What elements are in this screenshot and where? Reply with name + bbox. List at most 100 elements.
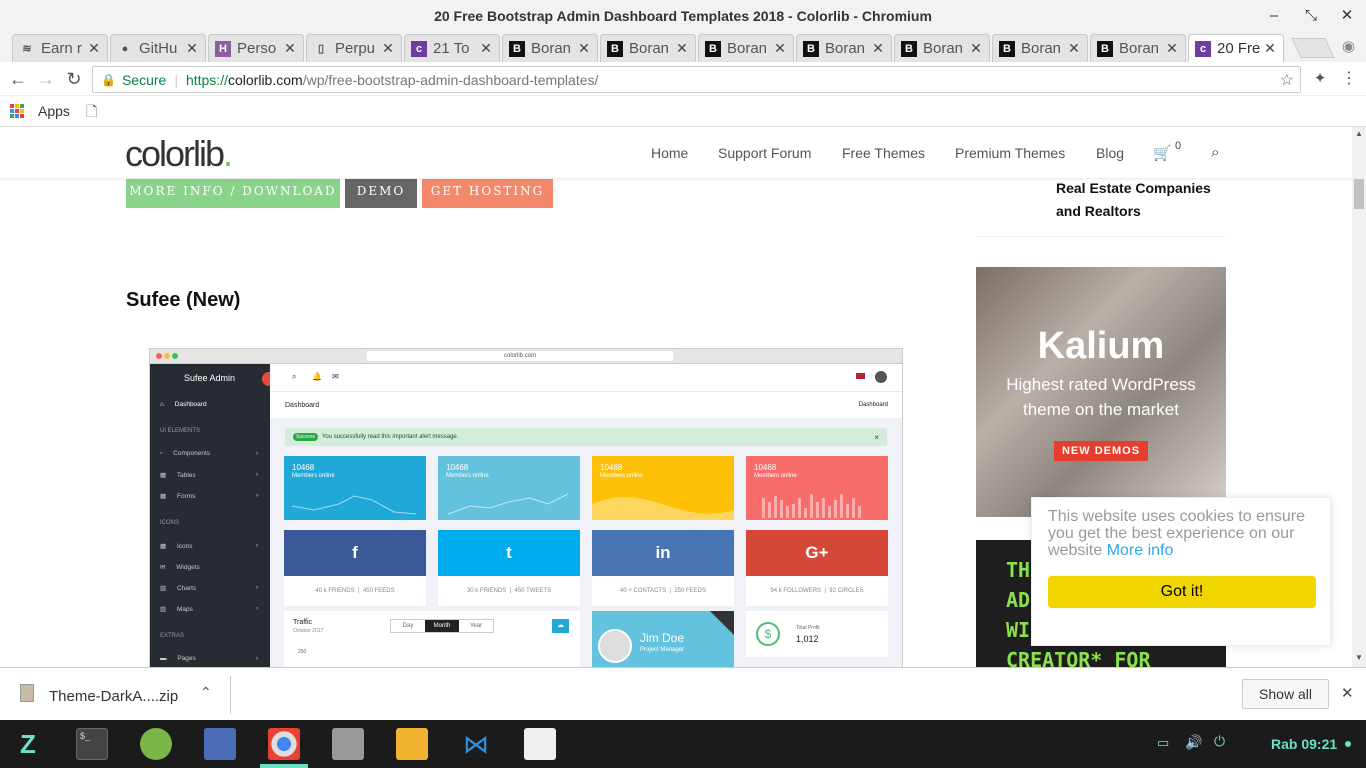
document-viewer-icon[interactable] <box>524 728 556 760</box>
browser-tab[interactable]: B Boran ✕ <box>796 34 892 62</box>
extension-icon[interactable]: ✦ <box>1308 67 1332 91</box>
browser-tab[interactable]: c 20 Fre ✕ <box>1188 34 1284 62</box>
bookmark-page-icon[interactable]: 🗋 <box>86 101 97 125</box>
b-icon: B <box>607 40 623 57</box>
mock-traffic-tick: 250 <box>298 649 307 655</box>
browser-tab[interactable]: H Perso ✕ <box>208 34 304 62</box>
profile-icon[interactable]: ◉ <box>1342 37 1355 55</box>
sidebar-post-line1: Real Estate Companies <box>1056 180 1211 196</box>
cookie-more-info-link[interactable]: More info <box>1107 542 1174 559</box>
tab-close-icon[interactable]: ✕ <box>283 40 297 57</box>
tab-close-icon[interactable]: ✕ <box>185 40 199 57</box>
mock-social-stats: 94 k FOLLOWERS | 92 CIRCLES <box>770 588 864 594</box>
nav-support-forum[interactable]: Support Forum <box>718 145 811 161</box>
minimize-icon[interactable]: – <box>1264 6 1284 26</box>
page-scrollbar[interactable]: ▲ ▼ <box>1352 127 1366 667</box>
display-icon[interactable]: ▭ <box>1157 735 1169 751</box>
browser-tab[interactable]: ▯ Perpu ✕ <box>306 34 402 62</box>
colorlib-icon: c <box>1195 40 1211 57</box>
android-studio-icon[interactable] <box>140 728 172 760</box>
mock-stat-label: Members online <box>446 473 489 479</box>
clock[interactable]: Rab 09:21 <box>1271 736 1337 752</box>
back-icon[interactable]: ← <box>6 67 30 91</box>
scrollbar-thumb[interactable] <box>1354 179 1364 209</box>
kalium-new-demos-button[interactable]: NEW DEMOS <box>1054 441 1148 461</box>
sufee-preview-image[interactable]: colorlib.com Sufee Admin ⌂ Dashboard UI … <box>149 348 903 667</box>
bookmark-star-icon[interactable]: ☆ <box>1280 70 1294 90</box>
site-logo[interactable]: colorlib. <box>125 133 233 175</box>
nav-home[interactable]: Home <box>651 145 688 161</box>
volume-icon[interactable]: 🔊 <box>1185 734 1202 751</box>
apps-icon[interactable] <box>10 104 24 118</box>
browser-tab[interactable]: B Boran ✕ <box>698 34 794 62</box>
mock-alert: Success You successfully read this impor… <box>285 428 887 446</box>
download-filename[interactable]: Theme-DarkA....zip <box>49 688 178 705</box>
mock-side-charts: ▥ Charts › <box>160 584 259 592</box>
new-tab-button[interactable] <box>1291 38 1335 58</box>
browser-tab[interactable]: B Boran ✕ <box>502 34 598 62</box>
mock-side-extras-heading: EXTRAS <box>160 633 185 639</box>
mock-avatar <box>875 371 887 383</box>
browser-tab[interactable]: c 21 To ✕ <box>404 34 500 62</box>
mock-cloud-icon: ☁ <box>552 619 569 633</box>
lock-icon: 🔒 <box>101 72 116 87</box>
restore-icon[interactable]: ⤡ <box>1301 6 1321 26</box>
mock-profile-avatar <box>598 629 632 663</box>
text-editor-icon[interactable] <box>204 728 236 760</box>
tab-close-icon[interactable]: ✕ <box>773 40 787 57</box>
mock-stat-value: 10468 <box>292 463 315 472</box>
browser-tab[interactable]: ● GitHu ✕ <box>110 34 206 62</box>
nav-blog[interactable]: Blog <box>1096 145 1124 161</box>
nav-free-themes[interactable]: Free Themes <box>842 145 925 161</box>
tab-close-icon[interactable]: ✕ <box>871 40 885 57</box>
menu-icon[interactable]: ⋮ <box>1337 67 1361 91</box>
browser-tab[interactable]: B Boran ✕ <box>600 34 696 62</box>
tab-close-icon[interactable]: ✕ <box>381 40 395 57</box>
address-bar[interactable]: 🔒 Secure | https:// colorlib.com /wp/fre… <box>92 66 1301 93</box>
chromium-icon[interactable] <box>268 728 300 760</box>
browser-tab[interactable]: B Boran ✕ <box>1090 34 1186 62</box>
mock-stat-value: 10468 <box>600 463 623 472</box>
zorin-menu-icon[interactable]: Z <box>12 728 44 760</box>
scroll-up-icon[interactable]: ▲ <box>1355 129 1363 138</box>
tab-close-icon[interactable]: ✕ <box>1067 40 1081 57</box>
tab-close-icon[interactable]: ✕ <box>577 40 591 57</box>
mock-stat-label: Members online <box>292 473 335 479</box>
browser-tab[interactable]: B Boran ✕ <box>992 34 1088 62</box>
creator-ad-line1: TH <box>1006 558 1031 582</box>
download-chevron-icon[interactable]: ⌃ <box>200 684 212 701</box>
kalium-ad[interactable]: Kalium Highest rated WordPress theme on … <box>976 267 1226 517</box>
tab-close-icon[interactable]: ✕ <box>1263 40 1277 57</box>
tab-close-icon[interactable]: ✕ <box>479 40 493 57</box>
mock-side-forms: ▦ Forms › <box>160 492 259 500</box>
apps-link[interactable]: Apps <box>38 103 70 119</box>
cookie-got-it-button[interactable]: Got it! <box>1048 576 1316 608</box>
mock-flag-icon <box>856 373 865 379</box>
tab-close-icon[interactable]: ✕ <box>969 40 983 57</box>
nav-premium-themes[interactable]: Premium Themes <box>955 145 1065 161</box>
sidebar-post-title[interactable]: Real Estate Companies and Realtors <box>1056 177 1211 223</box>
vscode-icon[interactable]: ⋈ <box>460 728 492 760</box>
cart-icon[interactable]: 🛒 <box>1153 144 1172 162</box>
browser-tab[interactable]: B Boran ✕ <box>894 34 990 62</box>
tab-close-icon[interactable]: ✕ <box>675 40 689 57</box>
mock-alert-close-icon: × <box>874 432 879 442</box>
reload-icon[interactable]: ↻ <box>62 67 86 91</box>
mail-icon[interactable] <box>396 728 428 760</box>
close-window-icon[interactable]: ✕ <box>1337 6 1357 26</box>
terminal-icon[interactable]: $_ <box>76 728 108 760</box>
search-icon[interactable]: ⌕ <box>1211 144 1219 161</box>
show-all-button[interactable]: Show all <box>1242 679 1329 709</box>
browser-tab[interactable]: ≋ Earn r ✕ <box>12 34 108 62</box>
close-download-shelf-icon[interactable]: ✕ <box>1341 684 1354 702</box>
tab-close-icon[interactable]: ✕ <box>1165 40 1179 57</box>
browser-toolbar: ← → ↻ 🔒 Secure | https:// colorlib.com /… <box>0 62 1366 96</box>
bookmarks-bar: Apps 🗋 <box>0 96 1366 127</box>
tab-close-icon[interactable]: ✕ <box>87 40 101 57</box>
forward-icon[interactable]: → <box>34 67 58 91</box>
mock-google-plus-icon: G+ <box>746 530 888 576</box>
scroll-down-icon[interactable]: ▼ <box>1355 653 1363 662</box>
files-icon[interactable] <box>332 728 364 760</box>
power-icon[interactable]: ⏻ <box>1214 733 1225 750</box>
mock-url: colorlib.com <box>367 351 673 361</box>
